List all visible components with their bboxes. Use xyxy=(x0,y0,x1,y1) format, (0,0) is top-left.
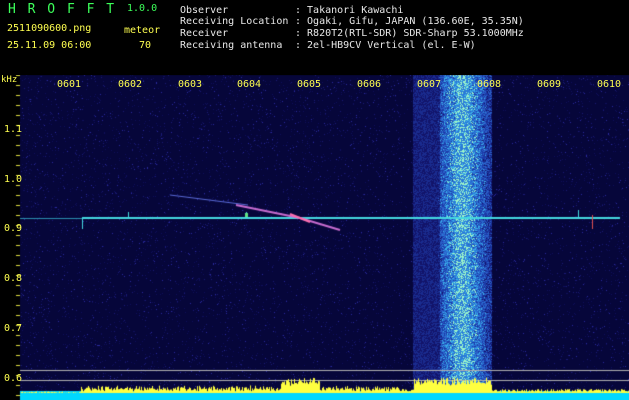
mode-value: 70 xyxy=(139,40,152,51)
y-axis-unit: kHz xyxy=(1,75,18,85)
header-panel: H R O F F T 1.0.0 2511090600.png 25.11.0… xyxy=(0,0,629,75)
file-name: 2511090600.png xyxy=(7,23,92,34)
x-tick-label: 0603 xyxy=(178,79,203,90)
x-tick-label: 0605 xyxy=(297,79,322,90)
info-value-observer: : Takanori Kawachi xyxy=(295,5,404,16)
x-tick-label: 0608 xyxy=(477,79,502,90)
mode-label: meteor xyxy=(124,25,161,36)
y-tick-label: 0.9 xyxy=(4,223,23,234)
x-tick-label: 0606 xyxy=(357,79,382,90)
y-tick-label: 0.7 xyxy=(4,323,23,334)
info-value-location: : Ogaki, Gifu, JAPAN (136.60E, 35.35N) xyxy=(295,16,524,27)
app-version: 1.0.0 xyxy=(127,3,158,14)
app-name: H R O F F T xyxy=(8,2,117,17)
y-tick-label: 0.6 xyxy=(4,373,23,384)
info-label-location: Receiving Location xyxy=(180,16,289,27)
info-value-antenna: : 2el-HB9CV Vertical (el. E-W) xyxy=(295,40,476,51)
x-tick-label: 0601 xyxy=(57,79,82,90)
x-tick-label: 0602 xyxy=(118,79,143,90)
x-tick-label: 0610 xyxy=(597,79,622,90)
y-tick-label: 1.0 xyxy=(4,174,23,185)
info-label-receiver: Receiver xyxy=(180,28,229,39)
x-tick-label: 0604 xyxy=(237,79,262,90)
date-time: 25.11.09 06:00 xyxy=(7,40,92,51)
info-label-observer: Observer xyxy=(180,5,229,16)
x-tick-label: 0607 xyxy=(417,79,442,90)
x-tick-label: 0609 xyxy=(537,79,562,90)
info-value-receiver: : R820T2(RTL-SDR) SDR-Sharp 53.1000MHz xyxy=(295,28,524,39)
y-tick-label: 0.8 xyxy=(4,273,23,284)
y-tick-label: 1.1 xyxy=(4,124,23,135)
info-label-antenna: Receiving antenna xyxy=(180,40,283,51)
